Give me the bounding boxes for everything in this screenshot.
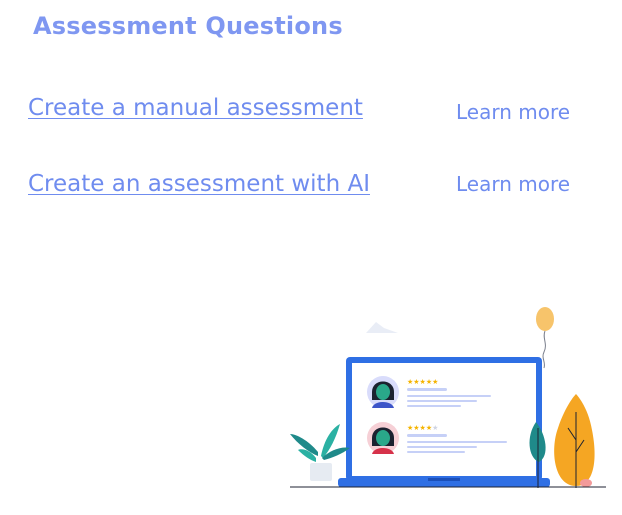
rating-stars: ★★★★★: [407, 378, 438, 386]
plant-icon: [290, 424, 350, 481]
laptop-icon: [338, 357, 550, 487]
learn-more-ai-link[interactable]: Learn more: [456, 172, 570, 196]
create-ai-assessment-link[interactable]: Create an assessment with AI: [28, 171, 370, 197]
learn-more-manual-link[interactable]: Learn more: [456, 100, 570, 124]
rating-stars: ★★★★★: [407, 424, 438, 432]
create-manual-assessment-link[interactable]: Create a manual assessment: [28, 95, 363, 121]
svg-text:★★★★★: ★★★★★: [407, 378, 438, 386]
section-title: Assessment Questions: [33, 12, 343, 40]
avatar: [372, 381, 394, 408]
svg-text:★★★★★: ★★★★★: [407, 424, 438, 432]
reviews-laptop-illustration: ★★★★★ ★★★★★: [290, 307, 606, 488]
cloud-icon: [366, 322, 398, 333]
avatar: [372, 427, 394, 454]
